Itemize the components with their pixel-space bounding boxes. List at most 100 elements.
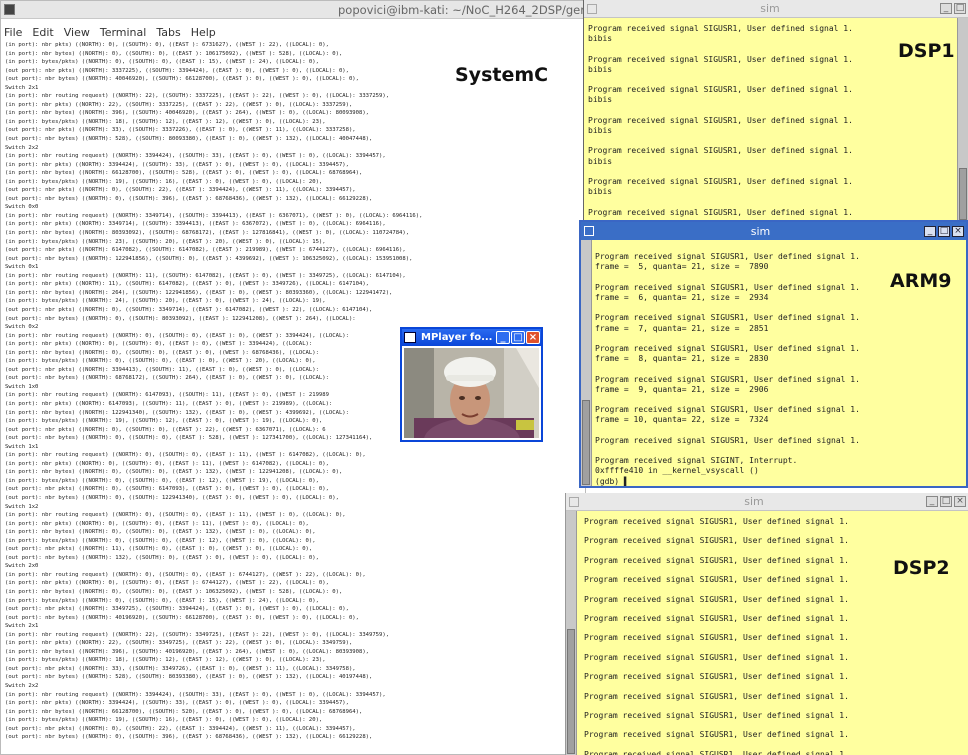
menu-view[interactable]: View	[64, 26, 90, 39]
terminal-line: frame = 8, quanta= 21, size = 2830	[595, 354, 769, 364]
dsp2-scrollbar-thumb[interactable]	[567, 629, 575, 754]
terminal-line: (in port): nbr bytes) ((NORTH): 80393092…	[5, 230, 410, 237]
menu-file[interactable]: File	[4, 26, 22, 39]
close-icon[interactable]: ×	[954, 496, 966, 507]
terminal-line: (in port): nbr routing request) ((NORTH)…	[5, 272, 406, 279]
terminal-line: frame = 6, quanta= 21, size = 2934	[595, 292, 769, 302]
terminal-line: Program received signal SIGUSR1, User de…	[588, 115, 853, 125]
main-menubar: File Edit View Terminal Tabs Help	[1, 24, 585, 40]
arm9-scrollbar[interactable]	[581, 240, 592, 486]
terminal-line: (out port): nbr pkts) ((NORTH): 3349725)…	[5, 606, 349, 613]
terminal-line: (in port): nbr bytes) ((NORTH): 0), ((SO…	[5, 469, 343, 476]
terminal-line: (out port): nbr bytes) ((NORTH): 528), (…	[5, 136, 373, 143]
terminal-line: Switch 1x2	[5, 503, 39, 510]
dsp1-titlebar[interactable]: sim _ □	[584, 0, 968, 18]
terminal-line: (in port): nbr bytes) ((NORTH): 66128700…	[5, 170, 363, 177]
terminal-line: (in port): nbr routing request) ((NORTH)…	[5, 212, 423, 219]
terminal-line: (out port): nbr pkts) ((NORTH): 6147082)…	[5, 247, 406, 254]
terminal-line: bibis	[588, 64, 613, 74]
mplayer-window-title: MPlayer fo...	[421, 332, 493, 343]
terminal-line: (in port): nbr bytes) ((NORTH): 0), ((SO…	[5, 529, 316, 536]
video-frame[interactable]	[404, 348, 539, 438]
window-menu-icon[interactable]	[569, 496, 579, 507]
menu-tabs[interactable]: Tabs	[156, 26, 180, 39]
dsp2-scrollbar[interactable]	[566, 511, 577, 755]
terminal-line: (in port): nbr routing request) ((NORTH)…	[5, 452, 366, 459]
main-titlebar[interactable]: popovici@ibm-kati: ~/NoC_H264_2DSP/genTA…	[1, 1, 585, 19]
terminal-line: (in port): nbr pkts) ((NORTH): 3394424),…	[5, 700, 349, 707]
dsp2-label: DSP2	[893, 557, 950, 579]
terminal-line: (in port): nbr pkts) ((NORTH): 11), ((SO…	[5, 281, 370, 288]
dsp2-terminal-output[interactable]: Program received signal SIGUSR1, User de…	[584, 517, 954, 755]
dsp1-terminal-window: sim _ □ Program received signal SIGUSR1,…	[583, 0, 968, 222]
terminal-line: Program received signal SIGUSR1, User de…	[588, 176, 853, 186]
dsp1-label: DSP1	[898, 40, 955, 62]
terminal-line: Switch 2x2	[5, 683, 39, 690]
terminal-line: (in port): nbr bytes) ((NORTH): 0), ((SO…	[5, 50, 343, 57]
terminal-line: Program received signal SIGUSR1, User de…	[588, 85, 853, 95]
menu-terminal[interactable]: Terminal	[100, 26, 147, 39]
terminal-line: (out port): nbr bytes) ((NORTH): 528), (…	[5, 674, 373, 681]
terminal-line: (out port): nbr pkts) ((NORTH): 0), ((SO…	[5, 725, 356, 732]
terminal-line: (in port): nbr pkts) ((NORTH): 3394424),…	[5, 161, 349, 168]
terminal-line: bibis	[588, 125, 613, 135]
terminal-line: frame = 10, quanta= 22, size = 7324	[595, 415, 769, 425]
terminal-line: (out port): nbr pkts) ((NORTH): 33), ((S…	[5, 127, 356, 134]
terminal-line: (in port): bytes/pkts) ((NORTH): 18), ((…	[5, 118, 326, 125]
dsp2-titlebar[interactable]: sim _ □ ×	[566, 493, 968, 511]
terminal-line: Switch 0x0	[5, 204, 39, 211]
window-menu-icon[interactable]	[584, 226, 594, 236]
terminal-line: (in port): bytes/pkts) ((NORTH): 19), ((…	[5, 717, 323, 724]
terminal-line: Program received signal SIGUSR1, User de…	[584, 517, 849, 526]
terminal-line: Program received signal SIGUSR1, User de…	[595, 313, 860, 323]
terminal-line: (in port): nbr bytes) ((NORTH): 396), ((…	[5, 648, 370, 655]
terminal-line: (in port): bytes/pkts) ((NORTH): 0), ((S…	[5, 597, 319, 604]
terminal-line: (in port): nbr routing request) ((NORTH)…	[5, 631, 390, 638]
terminal-line: bibis	[588, 95, 613, 105]
minimize-icon[interactable]: _	[940, 3, 952, 14]
terminal-line: (in port): bytes/pkts) ((NORTH): 0), ((S…	[5, 477, 319, 484]
maximize-icon[interactable]: □	[511, 331, 525, 344]
terminal-line: Program received signal SIGUSR1, User de…	[588, 146, 853, 156]
maximize-icon[interactable]: □	[938, 225, 950, 237]
minimize-icon[interactable]: _	[496, 331, 510, 344]
maximize-icon[interactable]: □	[954, 3, 966, 14]
dsp1-scrollbar-thumb[interactable]	[959, 168, 967, 220]
terminal-line: Program received signal SIGUSR1, User de…	[595, 405, 860, 415]
close-icon[interactable]: ×	[526, 331, 540, 344]
mplayer-titlebar[interactable]: MPlayer fo... _ □ ×	[402, 329, 541, 346]
terminal-line: (out port): nbr bytes) ((NORTH): 132), (…	[5, 554, 319, 561]
minimize-icon[interactable]: _	[926, 496, 938, 507]
menu-help[interactable]: Help	[191, 26, 216, 39]
window-menu-icon[interactable]	[587, 3, 597, 14]
menu-edit[interactable]: Edit	[32, 26, 53, 39]
arm9-titlebar[interactable]: sim _ □ ×	[581, 222, 966, 240]
terminal-icon	[4, 4, 15, 15]
close-icon[interactable]: ×	[952, 225, 964, 237]
video-frame-image	[404, 348, 539, 438]
arm9-scrollbar-thumb[interactable]	[582, 400, 590, 485]
dsp1-scrollbar[interactable]	[957, 18, 968, 222]
terminal-line: Program received signal SIGUSR1, User de…	[595, 252, 860, 262]
terminal-line: (gdb) ▌	[595, 476, 629, 486]
terminal-line: Program received signal SIGINT, Interrup…	[595, 456, 798, 466]
minimize-icon[interactable]: _	[924, 225, 936, 237]
terminal-line: Program received signal SIGUSR1, User de…	[595, 374, 860, 384]
terminal-line: Program received signal SIGUSR1, User de…	[584, 633, 849, 643]
maximize-icon[interactable]: □	[940, 496, 952, 507]
terminal-line: (in port): bytes/pkts) ((NORTH): 19), ((…	[5, 178, 323, 185]
mplayer-icon	[404, 332, 416, 343]
dsp1-window-title: sim	[760, 2, 780, 15]
terminal-line: Program received signal SIGUSR1, User de…	[595, 343, 860, 353]
